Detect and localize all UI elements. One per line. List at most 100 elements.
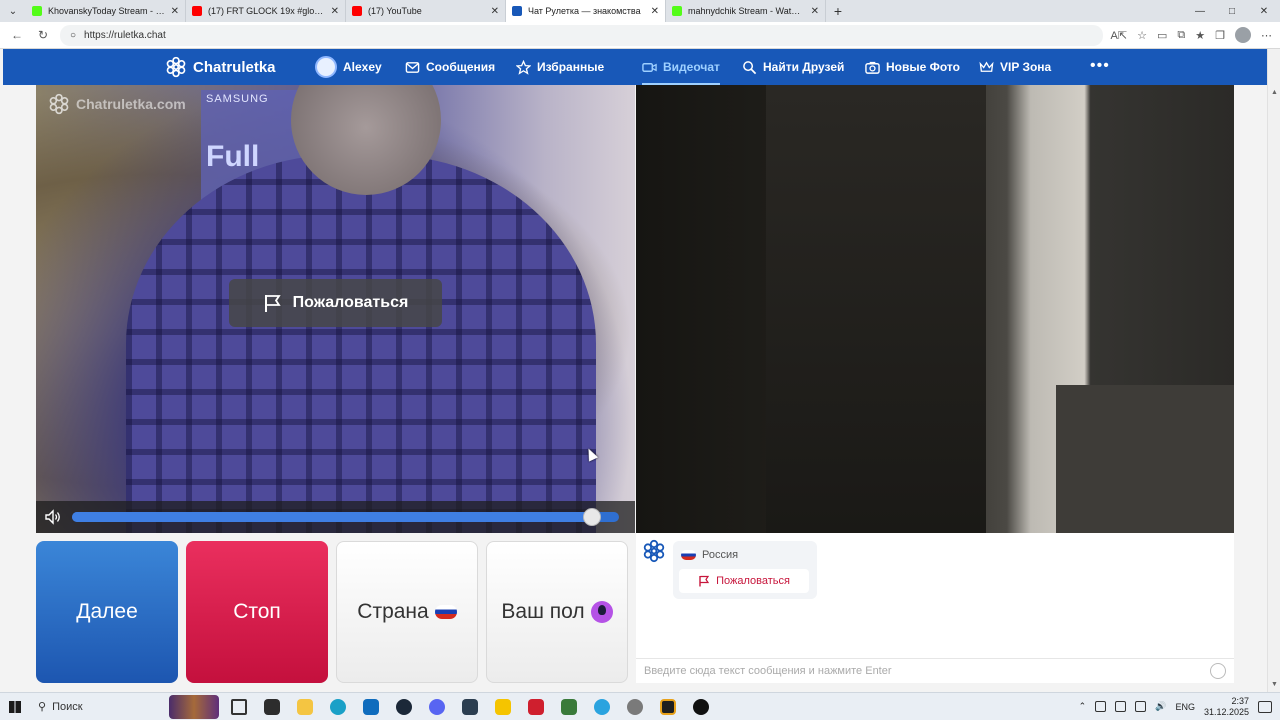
app-orange-icon[interactable]	[655, 696, 681, 718]
gender-button[interactable]: Ваш пол	[486, 541, 628, 683]
steam-icon[interactable]	[391, 696, 417, 718]
chat-panel: Россия Пожаловаться	[636, 533, 1234, 683]
stop-button[interactable]: Стоп	[186, 541, 328, 683]
file-explorer-icon[interactable]	[292, 696, 318, 718]
browser-tab[interactable]: Чат Рулетка — знакомства ✕	[506, 0, 666, 22]
game-launcher-icon[interactable]	[457, 696, 483, 718]
clock-date: 31.12.2025	[1203, 706, 1249, 717]
new-tab-button[interactable]: +	[826, 0, 850, 22]
back-icon[interactable]: ←	[8, 28, 26, 42]
system-tray: ⌃ 🔊 ENG 2:37 31.12.2025	[1079, 696, 1280, 718]
scroll-up-icon[interactable]: ▲	[1271, 89, 1278, 96]
tray-chevron-icon[interactable]: ⌃	[1079, 701, 1087, 712]
start-button[interactable]	[0, 693, 30, 720]
close-window-button[interactable]: ✕	[1248, 0, 1280, 22]
volume-slider-knob[interactable]	[582, 508, 601, 526]
favorite-star-icon[interactable]: ☆	[1137, 29, 1147, 42]
profile-avatar[interactable]	[1235, 27, 1251, 43]
emoji-icon[interactable]	[1210, 663, 1226, 679]
edge-browser-icon[interactable]	[325, 696, 351, 718]
russia-flag-icon	[434, 605, 457, 619]
next-button[interactable]: Далее	[36, 541, 178, 683]
tab-close-icon[interactable]: ✕	[491, 6, 499, 17]
outlook-icon[interactable]	[358, 696, 384, 718]
minimize-button[interactable]: —	[1184, 0, 1216, 22]
tab-list-chevron-icon[interactable]: ⌄	[0, 0, 26, 22]
country-button-label: Страна	[357, 600, 429, 623]
read-aloud-icon[interactable]: A⇱	[1111, 29, 1128, 42]
game-icon[interactable]	[490, 696, 516, 718]
nav-user-label: Alexey	[343, 60, 382, 74]
gender-button-label: Ваш пол	[501, 600, 585, 623]
extensions-icon[interactable]: ⧉	[1177, 29, 1185, 42]
clock[interactable]: 2:37 31.12.2025	[1204, 696, 1249, 718]
tab-title: mahnydchik Stream - Watch Live	[688, 6, 805, 16]
report-button[interactable]: Пожаловаться	[229, 279, 442, 327]
nav-messages[interactable]: Сообщения	[405, 49, 495, 85]
app-black-icon[interactable]	[688, 696, 714, 718]
address-bar[interactable]: ○ https://ruletka.chat	[60, 24, 1103, 46]
chat-message-input[interactable]	[644, 665, 1210, 677]
partner-country: Россия	[681, 549, 738, 561]
flag-icon	[699, 575, 710, 587]
flower-watermark-icon	[49, 93, 69, 115]
browser-tab[interactable]: (17) FRT GLOCK 19x #glockfrt #f ✕	[186, 0, 346, 22]
shield-app-icon[interactable]	[556, 696, 582, 718]
browser-tab[interactable]: mahnydchik Stream - Watch Live ✕	[666, 0, 826, 22]
tab-favicon-icon	[192, 6, 202, 16]
telegram-icon[interactable]	[589, 696, 615, 718]
volume-icon[interactable]: 🔊	[1155, 701, 1166, 712]
taskbar-search[interactable]: ⚲ Поиск	[30, 696, 165, 718]
video-icon[interactable]: ▭	[1157, 29, 1167, 42]
language-indicator[interactable]: ENG	[1175, 702, 1195, 712]
site-info-icon[interactable]: ○	[70, 30, 76, 41]
site-logo[interactable]: Chatruletka	[165, 56, 276, 78]
next-button-label: Далее	[76, 600, 138, 623]
nav-videochat[interactable]: Видеочат	[642, 49, 720, 85]
tab-favicon-icon	[352, 6, 362, 16]
microphone-icon[interactable]	[1095, 701, 1107, 712]
tab-close-icon[interactable]: ✕	[171, 6, 179, 17]
taskbar-widget-thumbnail[interactable]	[169, 694, 219, 719]
network-icon[interactable]	[1115, 701, 1127, 712]
collections-icon[interactable]: ❐	[1215, 29, 1225, 42]
tab-favicon-icon	[32, 6, 42, 16]
video-camera-icon	[642, 62, 657, 72]
task-view-icon[interactable]	[226, 696, 252, 718]
crown-icon	[979, 61, 994, 72]
nav-vip-label: VIP Зона	[1000, 60, 1052, 74]
browser-tab[interactable]: (17) YouTube ✕	[346, 0, 506, 22]
chat-report-label: Пожаловаться	[716, 575, 790, 587]
chat-report-button[interactable]: Пожаловаться	[679, 569, 809, 593]
notifications-icon[interactable]	[1258, 700, 1272, 713]
tab-close-icon[interactable]: ✕	[331, 6, 339, 17]
tab-close-icon[interactable]: ✕	[811, 6, 819, 17]
nav-favorites[interactable]: Избранные	[516, 49, 604, 85]
app-red-icon[interactable]	[523, 696, 549, 718]
tab-title: (17) FRT GLOCK 19x #glockfrt #f	[208, 6, 325, 16]
nav-vip[interactable]: VIP Зона	[979, 49, 1051, 85]
nav-videochat-label: Видеочат	[663, 60, 720, 74]
battery-icon[interactable]	[1135, 701, 1147, 712]
discord-icon[interactable]	[424, 696, 450, 718]
nav-user[interactable]: Alexey	[315, 49, 382, 85]
scroll-down-icon[interactable]: ▼	[1271, 681, 1278, 688]
speaker-icon[interactable]	[44, 508, 62, 526]
favorites-icon[interactable]: ★	[1195, 29, 1205, 42]
nav-new-photos[interactable]: Новые Фото	[865, 49, 960, 85]
stop-button-label: Стоп	[233, 600, 281, 623]
app-gray-icon[interactable]	[622, 696, 648, 718]
browser-menu-icon[interactable]: ⋯	[1261, 29, 1272, 42]
country-button[interactable]: Страна	[336, 541, 478, 683]
store-icon[interactable]	[259, 696, 285, 718]
maximize-button[interactable]: □	[1216, 0, 1248, 22]
volume-slider[interactable]	[72, 508, 619, 526]
page-scrollbar[interactable]: ▲ ▼	[1267, 49, 1280, 692]
more-menu-icon[interactable]: •••	[1090, 57, 1110, 75]
reload-icon[interactable]: ↻	[34, 28, 52, 42]
site-logo-text: Chatruletka	[193, 58, 276, 76]
nav-find-friends[interactable]: Найти Друзей	[742, 49, 844, 85]
nav-messages-label: Сообщения	[426, 60, 496, 74]
browser-tab[interactable]: KhovanskyToday Stream - Watch ✕	[26, 0, 186, 22]
tab-close-icon[interactable]: ✕	[651, 6, 659, 17]
